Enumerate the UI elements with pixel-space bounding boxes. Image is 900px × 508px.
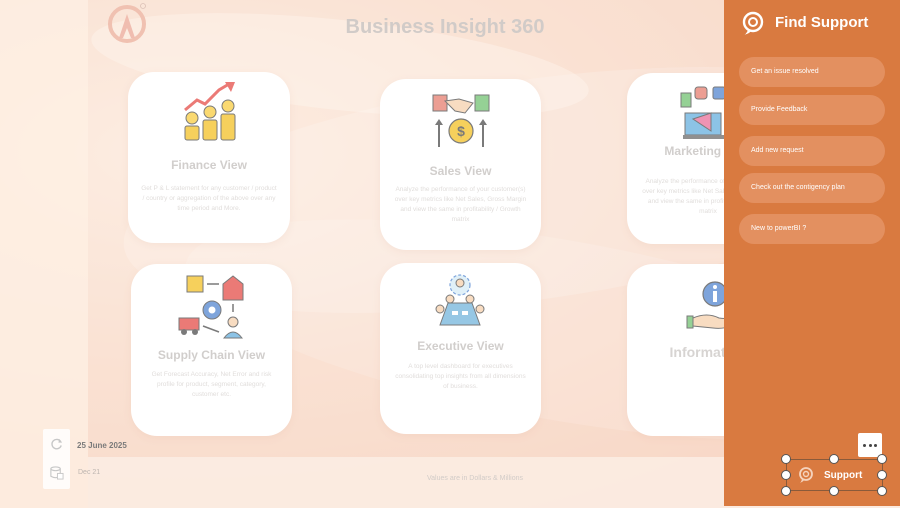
resize-handle[interactable] — [877, 486, 887, 496]
get-issue-resolved-button[interactable]: Get an issue resolved — [739, 57, 885, 87]
provide-feedback-button[interactable]: Provide Feedback — [739, 95, 885, 125]
new-to-powerbi-button[interactable]: New to powerBI ? — [739, 214, 885, 244]
resize-handle[interactable] — [829, 486, 839, 496]
dashboard-canvas: Business Insight 360 Finance View Get P … — [0, 0, 900, 508]
add-new-request-button[interactable]: Add new request — [739, 136, 885, 166]
resize-handle[interactable] — [829, 454, 839, 464]
resize-handle[interactable] — [877, 454, 887, 464]
support-chat-icon — [799, 467, 813, 483]
support-headset-icon — [742, 11, 764, 35]
support-panel-title: Find Support — [775, 14, 869, 31]
resize-handle[interactable] — [781, 486, 791, 496]
more-options-button[interactable] — [858, 433, 882, 457]
support-panel: Find Support Get an issue resolved Provi… — [724, 0, 900, 506]
resize-handle[interactable] — [781, 454, 791, 464]
support-button-label: Support — [824, 470, 863, 481]
contingency-plan-button[interactable]: Check out the contigency plan — [739, 173, 885, 203]
resize-handle[interactable] — [877, 470, 887, 480]
resize-handle[interactable] — [781, 470, 791, 480]
